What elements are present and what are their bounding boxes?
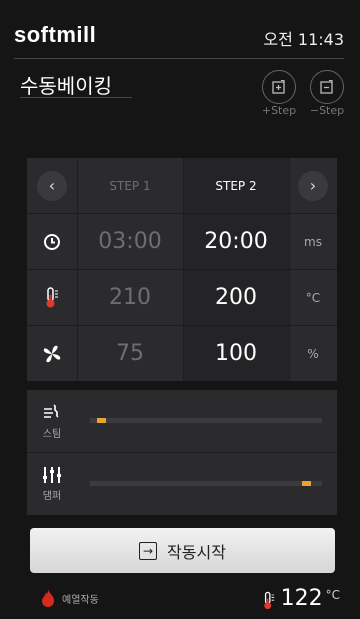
preheat-button[interactable]: 예열작동 — [40, 588, 99, 608]
temperature-unit: °C — [325, 588, 340, 602]
step-table: ‹ STEP 1 STEP 2 › 03:00 20:00 ms 210 200… — [27, 158, 337, 381]
column-divider — [289, 158, 290, 381]
current-temperature: 122 °C — [263, 586, 340, 612]
remove-step-label: −Step — [309, 104, 345, 117]
temperature-row: 210 200 °C — [27, 270, 337, 325]
step2-header[interactable]: STEP 2 — [183, 158, 289, 213]
temperature-unit: °C — [305, 290, 321, 305]
damper-slider[interactable] — [90, 481, 322, 486]
start-button[interactable]: → 작동시작 — [30, 528, 335, 573]
temperature-value: 122 — [280, 586, 323, 611]
time-unit: ms — [304, 234, 322, 249]
damper-icon — [43, 467, 61, 483]
remove-step-button[interactable]: −Step — [302, 70, 352, 117]
thermometer-icon — [263, 591, 274, 610]
thermometer-icon — [46, 286, 58, 307]
clock: 오전 11:43 — [263, 30, 344, 49]
fan-unit: % — [307, 346, 319, 361]
column-divider — [183, 158, 184, 381]
step2-temperature[interactable]: 200 — [183, 270, 289, 325]
time-row: 03:00 20:00 ms — [27, 214, 337, 269]
flame-icon — [42, 589, 55, 607]
next-step-button[interactable]: › — [298, 170, 328, 201]
step1-temperature[interactable]: 210 — [77, 270, 183, 325]
brand-logo: softmill — [14, 22, 97, 47]
damper-label: 댐퍼 — [42, 491, 62, 502]
add-step-label: +Step — [261, 104, 297, 117]
damper-slider-knob[interactable] — [302, 481, 311, 486]
remove-step-icon — [310, 70, 344, 104]
fan-icon — [43, 345, 61, 362]
clock-icon — [44, 233, 60, 250]
step1-time[interactable]: 03:00 — [77, 214, 183, 269]
add-step-icon — [262, 70, 296, 104]
step2-fan[interactable]: 100 — [183, 326, 289, 381]
chevron-right-icon: › — [309, 176, 317, 195]
enter-icon: → — [139, 541, 158, 560]
steam-row: 스팀 — [27, 390, 337, 452]
add-step-button[interactable]: +Step — [254, 70, 304, 117]
header-divider — [14, 58, 344, 59]
page-title: 수동베이킹 — [20, 74, 112, 98]
title-underline — [20, 97, 132, 98]
start-button-label: 작동시작 — [167, 542, 226, 562]
steam-slider[interactable] — [90, 418, 322, 423]
step2-time[interactable]: 20:00 — [183, 214, 289, 269]
damper-row: 댐퍼 — [27, 453, 337, 515]
fan-row: 75 100 % — [27, 326, 337, 381]
steam-slider-knob[interactable] — [97, 418, 106, 423]
step1-header[interactable]: STEP 1 — [77, 158, 183, 213]
slider-panel: 스팀 댐퍼 — [27, 390, 337, 515]
steam-icon — [44, 404, 59, 418]
step-header-row: ‹ STEP 1 STEP 2 › — [27, 158, 337, 213]
preheat-label: 예열작동 — [62, 594, 99, 606]
steam-label: 스팀 — [42, 429, 62, 440]
step1-fan[interactable]: 75 — [77, 326, 183, 381]
column-divider — [77, 158, 78, 381]
chevron-left-icon: ‹ — [48, 176, 56, 195]
prev-step-button[interactable]: ‹ — [37, 170, 67, 201]
